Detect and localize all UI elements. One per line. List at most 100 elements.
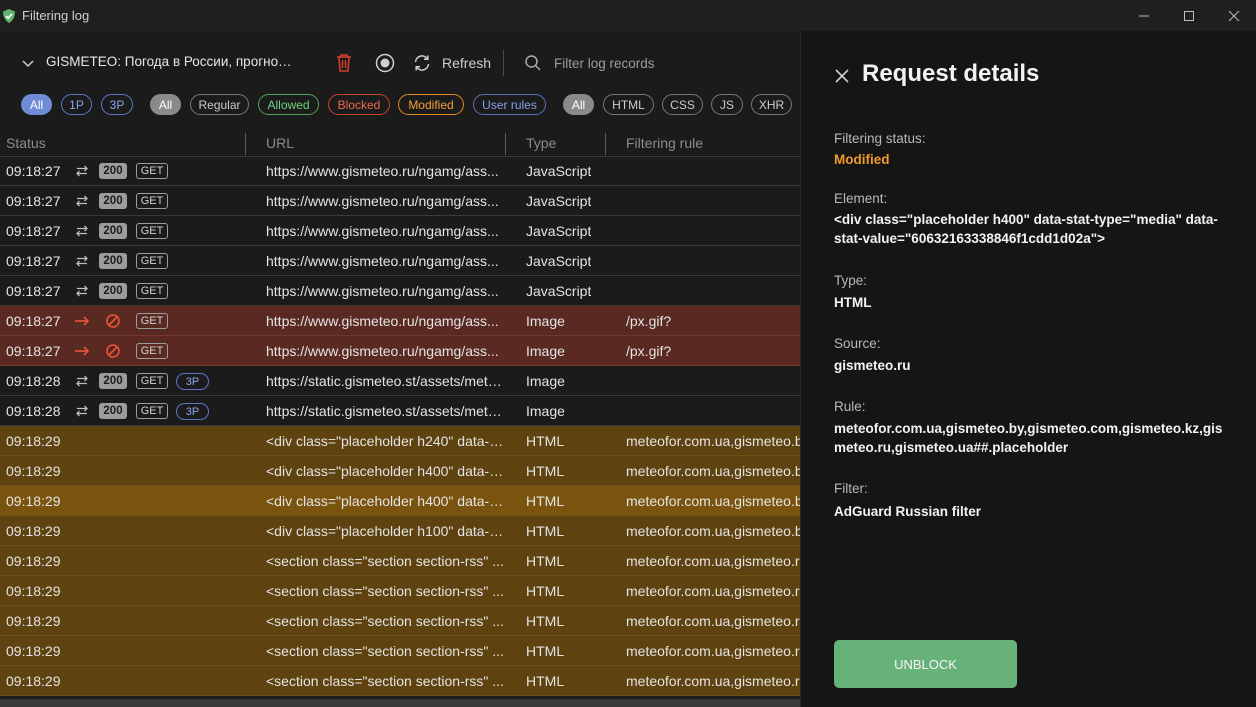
horizontal-scrollbar[interactable] xyxy=(0,699,800,707)
row-url: https://www.gismeteo.ru/ngamg/ass... xyxy=(266,343,499,359)
exchange-arrows-icon xyxy=(76,375,88,387)
trash-icon[interactable] xyxy=(334,52,354,74)
row-type: JavaScript xyxy=(526,193,592,209)
row-time: 09:18:28 xyxy=(6,403,61,419)
row-rule: meteofor.com.ua,gismeteo.r xyxy=(626,643,800,659)
maximize-button[interactable] xyxy=(1166,0,1211,31)
row-url: https://static.gismeteo.st/assets/meta..… xyxy=(266,373,506,389)
status-code-badge: 200 xyxy=(99,373,127,389)
table-row[interactable]: 09:18:27 200 GET https://www.gismeteo.ru/ng… xyxy=(0,216,800,246)
row-time: 09:18:29 xyxy=(6,433,61,449)
row-rule: meteofor.com.ua,gismeteo.b xyxy=(626,493,800,509)
table-row[interactable]: 09:18:28 200 GET 3P https://static.gismeteo.… xyxy=(0,396,800,426)
exchange-arrows-icon xyxy=(76,195,88,207)
adguard-shield-icon xyxy=(3,8,15,23)
table-row[interactable]: 09:18:29 <section class="section section-… xyxy=(0,546,800,576)
filter-regular[interactable]: Regular xyxy=(190,94,249,115)
filter-js[interactable]: JS xyxy=(711,94,743,115)
table-row[interactable]: 09:18:29 <section class="section section-… xyxy=(0,636,800,666)
column-filtering-rule[interactable]: Filtering rule xyxy=(626,135,703,151)
filter-css[interactable]: CSS xyxy=(662,94,703,115)
row-type: HTML xyxy=(526,523,565,539)
row-rule: meteofor.com.ua,gismeteo.r xyxy=(626,673,800,689)
close-icon[interactable] xyxy=(834,68,850,84)
close-icon xyxy=(1228,10,1239,21)
status-code-badge: 200 xyxy=(99,193,127,209)
close-window-button[interactable] xyxy=(1211,0,1256,31)
row-url: <section class="section section-rss" ... xyxy=(266,583,504,599)
filter-blocked[interactable]: Blocked xyxy=(328,94,390,115)
exchange-arrows-icon xyxy=(76,225,88,237)
method-badge: GET xyxy=(136,193,168,209)
type-value: HTML xyxy=(834,295,872,310)
table-row[interactable]: 09:18:27 200 GET https://www.gismeteo.ru/ng… xyxy=(0,246,800,276)
filter-html[interactable]: HTML xyxy=(603,94,654,115)
table-row[interactable]: 09:18:28 200 GET 3P https://static.gismeteo.… xyxy=(0,366,800,396)
row-time: 09:18:27 xyxy=(6,313,61,329)
table-row[interactable]: 09:18:29 <div class="placeholder h400" da… xyxy=(0,486,800,516)
row-time: 09:18:27 xyxy=(6,223,61,239)
filter-content-all[interactable]: All xyxy=(563,94,594,115)
filtering-log-area: GISMETEO: Погода в России, прогноз п... … xyxy=(0,31,800,707)
filter-user-rules[interactable]: User rules xyxy=(473,94,546,115)
filter-label: Filter: xyxy=(834,481,868,496)
row-url: https://static.gismeteo.st/assets/meta..… xyxy=(266,403,506,419)
table-row[interactable]: 09:18:27 200 GET https://www.gismeteo.ru/ng… xyxy=(0,276,800,306)
row-time: 09:18:27 xyxy=(6,253,61,269)
minimize-icon xyxy=(1138,15,1149,16)
column-url[interactable]: URL xyxy=(266,135,294,151)
row-type: HTML xyxy=(526,643,565,659)
app-selector[interactable]: GISMETEO: Погода в России, прогноз п... xyxy=(46,54,296,69)
refresh-button[interactable]: Refresh xyxy=(412,51,491,75)
record-icon[interactable] xyxy=(374,52,396,74)
table-row[interactable]: 09:18:27 200 GET https://www.gismeteo.ru/ng… xyxy=(0,186,800,216)
filter-chips: All 1P 3P All Regular Allowed Blocked Mo… xyxy=(0,94,800,116)
table-row[interactable]: 09:18:29 <section class="section section-… xyxy=(0,666,800,696)
filter-status-all[interactable]: All xyxy=(150,94,181,115)
table-row[interactable]: 09:18:27 200 GET https://www.gismeteo.ru/ng… xyxy=(0,156,800,186)
filter-allowed[interactable]: Allowed xyxy=(258,94,319,115)
table-row[interactable]: 09:18:29 <div class="placeholder h240" da… xyxy=(0,426,800,456)
maximize-icon xyxy=(1183,10,1194,21)
log-table: 09:18:27 200 GET https://www.gismeteo.ru/ng… xyxy=(0,156,800,696)
method-badge: GET xyxy=(136,343,168,359)
row-rule: /px.gif? xyxy=(626,313,672,329)
column-type[interactable]: Type xyxy=(526,135,556,151)
row-time: 09:18:27 xyxy=(6,193,61,209)
row-rule: meteofor.com.ua,gismeteo.r xyxy=(626,553,800,569)
filtering-status-label: Filtering status: xyxy=(834,131,926,146)
search-placeholder: Filter log records xyxy=(554,55,655,71)
unblock-button[interactable]: UNBLOCK xyxy=(834,640,1017,688)
filter-party-all[interactable]: All xyxy=(21,94,52,115)
method-badge: GET xyxy=(136,163,168,179)
column-status[interactable]: Status xyxy=(6,135,46,151)
log-toolbar: GISMETEO: Погода в России, прогноз п... … xyxy=(0,31,800,95)
row-type: HTML xyxy=(526,583,565,599)
filter-modified[interactable]: Modified xyxy=(398,94,464,115)
table-row[interactable]: 09:18:29 <section class="section section-… xyxy=(0,576,800,606)
minimize-button[interactable] xyxy=(1121,0,1166,31)
row-url: <section class="section section-rss" ... xyxy=(266,613,504,629)
table-row[interactable]: 09:18:27 GET https://www.gismeteo.ru/ngamg… xyxy=(0,306,800,336)
source-label: Source: xyxy=(834,336,881,351)
filter-party-3p[interactable]: 3P xyxy=(101,94,133,115)
row-type: JavaScript xyxy=(526,163,592,179)
column-resize-handle[interactable] xyxy=(605,133,606,155)
search-field[interactable]: Filter log records xyxy=(524,51,655,75)
row-url: https://www.gismeteo.ru/ngamg/ass... xyxy=(266,313,499,329)
table-row[interactable]: 09:18:29 <section class="section section-… xyxy=(0,606,800,636)
status-code-badge: 200 xyxy=(99,223,127,239)
rule-value: meteofor.com.ua,gismeteo.by,gismeteo.com… xyxy=(834,421,1223,455)
column-resize-handle[interactable] xyxy=(245,133,246,155)
row-type: HTML xyxy=(526,463,565,479)
method-badge: GET xyxy=(136,373,168,389)
table-row[interactable]: 09:18:27 GET https://www.gismeteo.ru/ngamg… xyxy=(0,336,800,366)
chevron-down-icon[interactable] xyxy=(20,55,36,71)
row-rule: /px.gif? xyxy=(626,343,672,359)
filter-party-1p[interactable]: 1P xyxy=(61,94,92,115)
table-row[interactable]: 09:18:29 <div class="placeholder h400" da… xyxy=(0,456,800,486)
exchange-arrows-icon xyxy=(76,285,88,297)
column-resize-handle[interactable] xyxy=(505,133,506,155)
table-row[interactable]: 09:18:29 <div class="placeholder h100" da… xyxy=(0,516,800,546)
filter-xhr[interactable]: XHR xyxy=(751,94,792,115)
